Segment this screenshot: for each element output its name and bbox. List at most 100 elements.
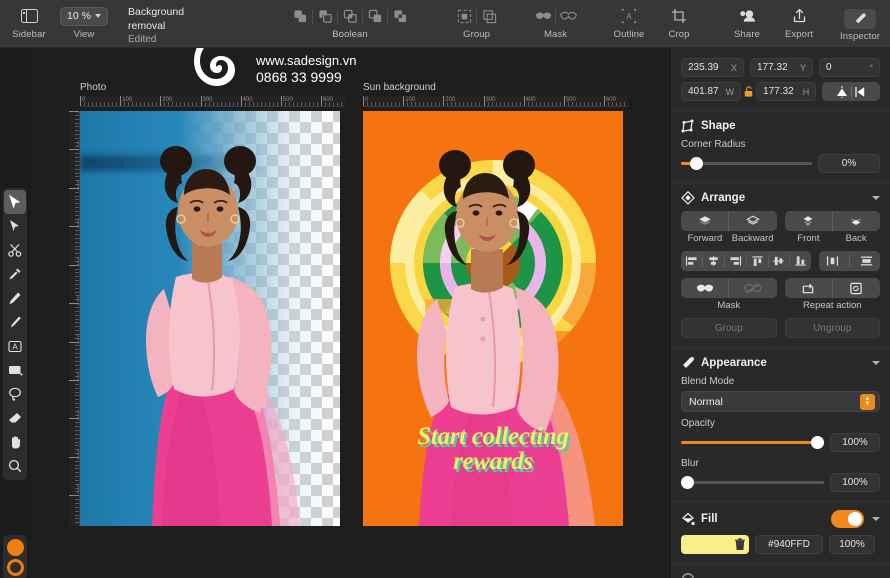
artboard-label-sun[interactable]: Sun background — [363, 82, 436, 93]
align-center-horizontal-button[interactable] — [707, 255, 720, 267]
sidebar-toggle-button[interactable]: Sidebar — [6, 0, 52, 47]
sidebar-icon — [20, 5, 38, 27]
flip-horizontal-button[interactable] — [854, 85, 868, 99]
move-tool[interactable] — [4, 190, 26, 214]
blur-value-field[interactable]: 100% — [830, 473, 880, 492]
corner-radius-value-field[interactable]: 0% — [818, 154, 880, 173]
fill-opacity-field[interactable]: 100% — [829, 535, 875, 554]
appearance-section-header[interactable]: Appearance — [681, 356, 880, 370]
y-field[interactable]: 177.32 Y — [749, 58, 813, 77]
zoom-tool[interactable] — [4, 454, 26, 478]
opacity-value-field[interactable]: 100% — [830, 433, 880, 452]
shape-section-header[interactable]: Shape — [681, 119, 880, 133]
fill-section-header[interactable]: Fill — [681, 510, 880, 528]
pencil-tool[interactable] — [4, 286, 26, 310]
distribute-vertical-button[interactable] — [860, 255, 873, 267]
flip-vertical-button[interactable] — [835, 85, 849, 99]
eraser-tool[interactable] — [4, 406, 26, 430]
inspector-button[interactable]: Inspector — [833, 0, 887, 47]
ruler-horizontal-photo[interactable]: 0 100 200 300 400 500 600 — [80, 96, 345, 107]
paintbrush-tool[interactable] — [4, 310, 26, 334]
share-button[interactable]: Share — [721, 0, 773, 47]
fill-color-swatch[interactable] — [6, 539, 24, 556]
boolean-union-icon[interactable] — [289, 9, 311, 24]
align-left-button[interactable] — [685, 255, 698, 267]
stroke-color-swatch[interactable] — [6, 559, 24, 576]
bring-forward-button[interactable] — [681, 211, 728, 231]
boolean-intersect-icon[interactable] — [339, 9, 361, 24]
align-middle-vertical-button[interactable] — [772, 255, 785, 267]
height-field[interactable]: 177.32 H — [756, 82, 817, 101]
fill-hex-value: #940FFD — [768, 539, 810, 550]
eyedropper-tool[interactable] — [4, 262, 26, 286]
boolean-exclude-icon[interactable] — [389, 9, 411, 24]
ruler-vertical[interactable]: 01002003004005006007008009001000 — [69, 111, 80, 526]
stroke-section-header[interactable] — [681, 572, 880, 578]
document-title-block: Background removal Edited — [128, 0, 184, 47]
outline-button[interactable]: A Outline — [603, 0, 655, 47]
group-icon[interactable] — [453, 9, 475, 24]
lasso-tool[interactable] — [4, 382, 26, 406]
send-backward-button[interactable] — [729, 211, 776, 231]
send-to-back-button[interactable] — [833, 211, 880, 231]
boolean-subtract-icon[interactable] — [314, 9, 336, 24]
view-zoom-control[interactable]: 10 % View — [52, 0, 116, 47]
blur-slider[interactable] — [681, 476, 824, 490]
bring-to-front-button[interactable] — [785, 211, 832, 231]
opacity-slider[interactable] — [681, 436, 824, 450]
chevron-down-icon[interactable] — [872, 517, 880, 521]
group-button[interactable]: Group — [681, 318, 777, 338]
fill-toggle[interactable] — [831, 510, 864, 528]
fill-color-swatch[interactable] — [681, 535, 749, 554]
artboard-photo[interactable] — [80, 111, 340, 526]
chevron-down-icon[interactable] — [872, 361, 880, 365]
blend-mode-select[interactable]: Normal ▲ ▼ — [681, 391, 880, 412]
export-label: Export — [785, 29, 814, 40]
fill-hex-field[interactable]: #940FFD — [755, 535, 823, 554]
align-right-button[interactable] — [729, 255, 742, 267]
inspector-pill[interactable] — [844, 9, 877, 29]
boolean-difference-icon[interactable] — [364, 9, 386, 24]
rectangle-tool[interactable] — [4, 358, 26, 382]
color-swatches — [3, 535, 27, 578]
poster-headline-line2: rewards — [453, 447, 533, 475]
stepper-icon[interactable]: ▲ ▼ — [860, 393, 875, 410]
mask-icon[interactable] — [532, 10, 554, 23]
ungroup-button[interactable]: Ungroup — [784, 318, 880, 338]
shape-title: Shape — [701, 120, 736, 132]
ruler-horizontal-sun[interactable]: 0 100 200 300 400 500 600 — [363, 96, 628, 107]
corner-radius-slider[interactable] — [681, 157, 812, 171]
crop-button[interactable]: Crop — [655, 0, 703, 47]
select-tool[interactable] — [4, 214, 26, 238]
arrange-section-header[interactable]: Arrange — [681, 191, 880, 205]
aspect-lock-icon[interactable] — [744, 86, 753, 97]
x-field[interactable]: 235.39 X — [681, 58, 744, 77]
repeat-button[interactable] — [785, 278, 832, 298]
remove-mask-button[interactable] — [729, 278, 776, 298]
rotation-field[interactable]: 0 ° — [818, 58, 880, 77]
align-bottom-button[interactable] — [794, 255, 807, 267]
export-button[interactable]: Export — [773, 0, 825, 47]
trash-icon[interactable] — [734, 538, 746, 551]
artboard-sun-background[interactable]: Start collecting rewards — [363, 111, 623, 526]
width-field[interactable]: 401.87 W — [681, 82, 742, 101]
chevron-down-icon[interactable] — [872, 196, 880, 200]
unmask-icon[interactable] — [557, 10, 579, 23]
x-unit: X — [730, 62, 737, 73]
distribute-horizontal-button[interactable] — [826, 255, 839, 267]
tool-stack: A — [3, 188, 27, 480]
y-unit: Y — [799, 62, 806, 73]
scissors-tool[interactable] — [4, 238, 26, 262]
opacity-label: Opacity — [681, 418, 715, 429]
ungroup-icon[interactable] — [478, 9, 500, 24]
apply-mask-button[interactable] — [681, 278, 728, 298]
appearance-title: Appearance — [701, 357, 767, 369]
align-top-button[interactable] — [751, 255, 764, 267]
canvas-area[interactable]: SADESIGN www.sadesign.vn 0868 33 9999 Ph… — [30, 48, 670, 578]
repeat-grid-button[interactable] — [833, 278, 880, 298]
artboard-label-photo[interactable]: Photo — [80, 82, 106, 93]
hand-tool[interactable] — [4, 430, 26, 454]
text-tool[interactable]: A — [4, 334, 26, 358]
zoom-select[interactable]: 10 % — [60, 6, 108, 26]
width-value: 401.87 — [688, 86, 719, 97]
